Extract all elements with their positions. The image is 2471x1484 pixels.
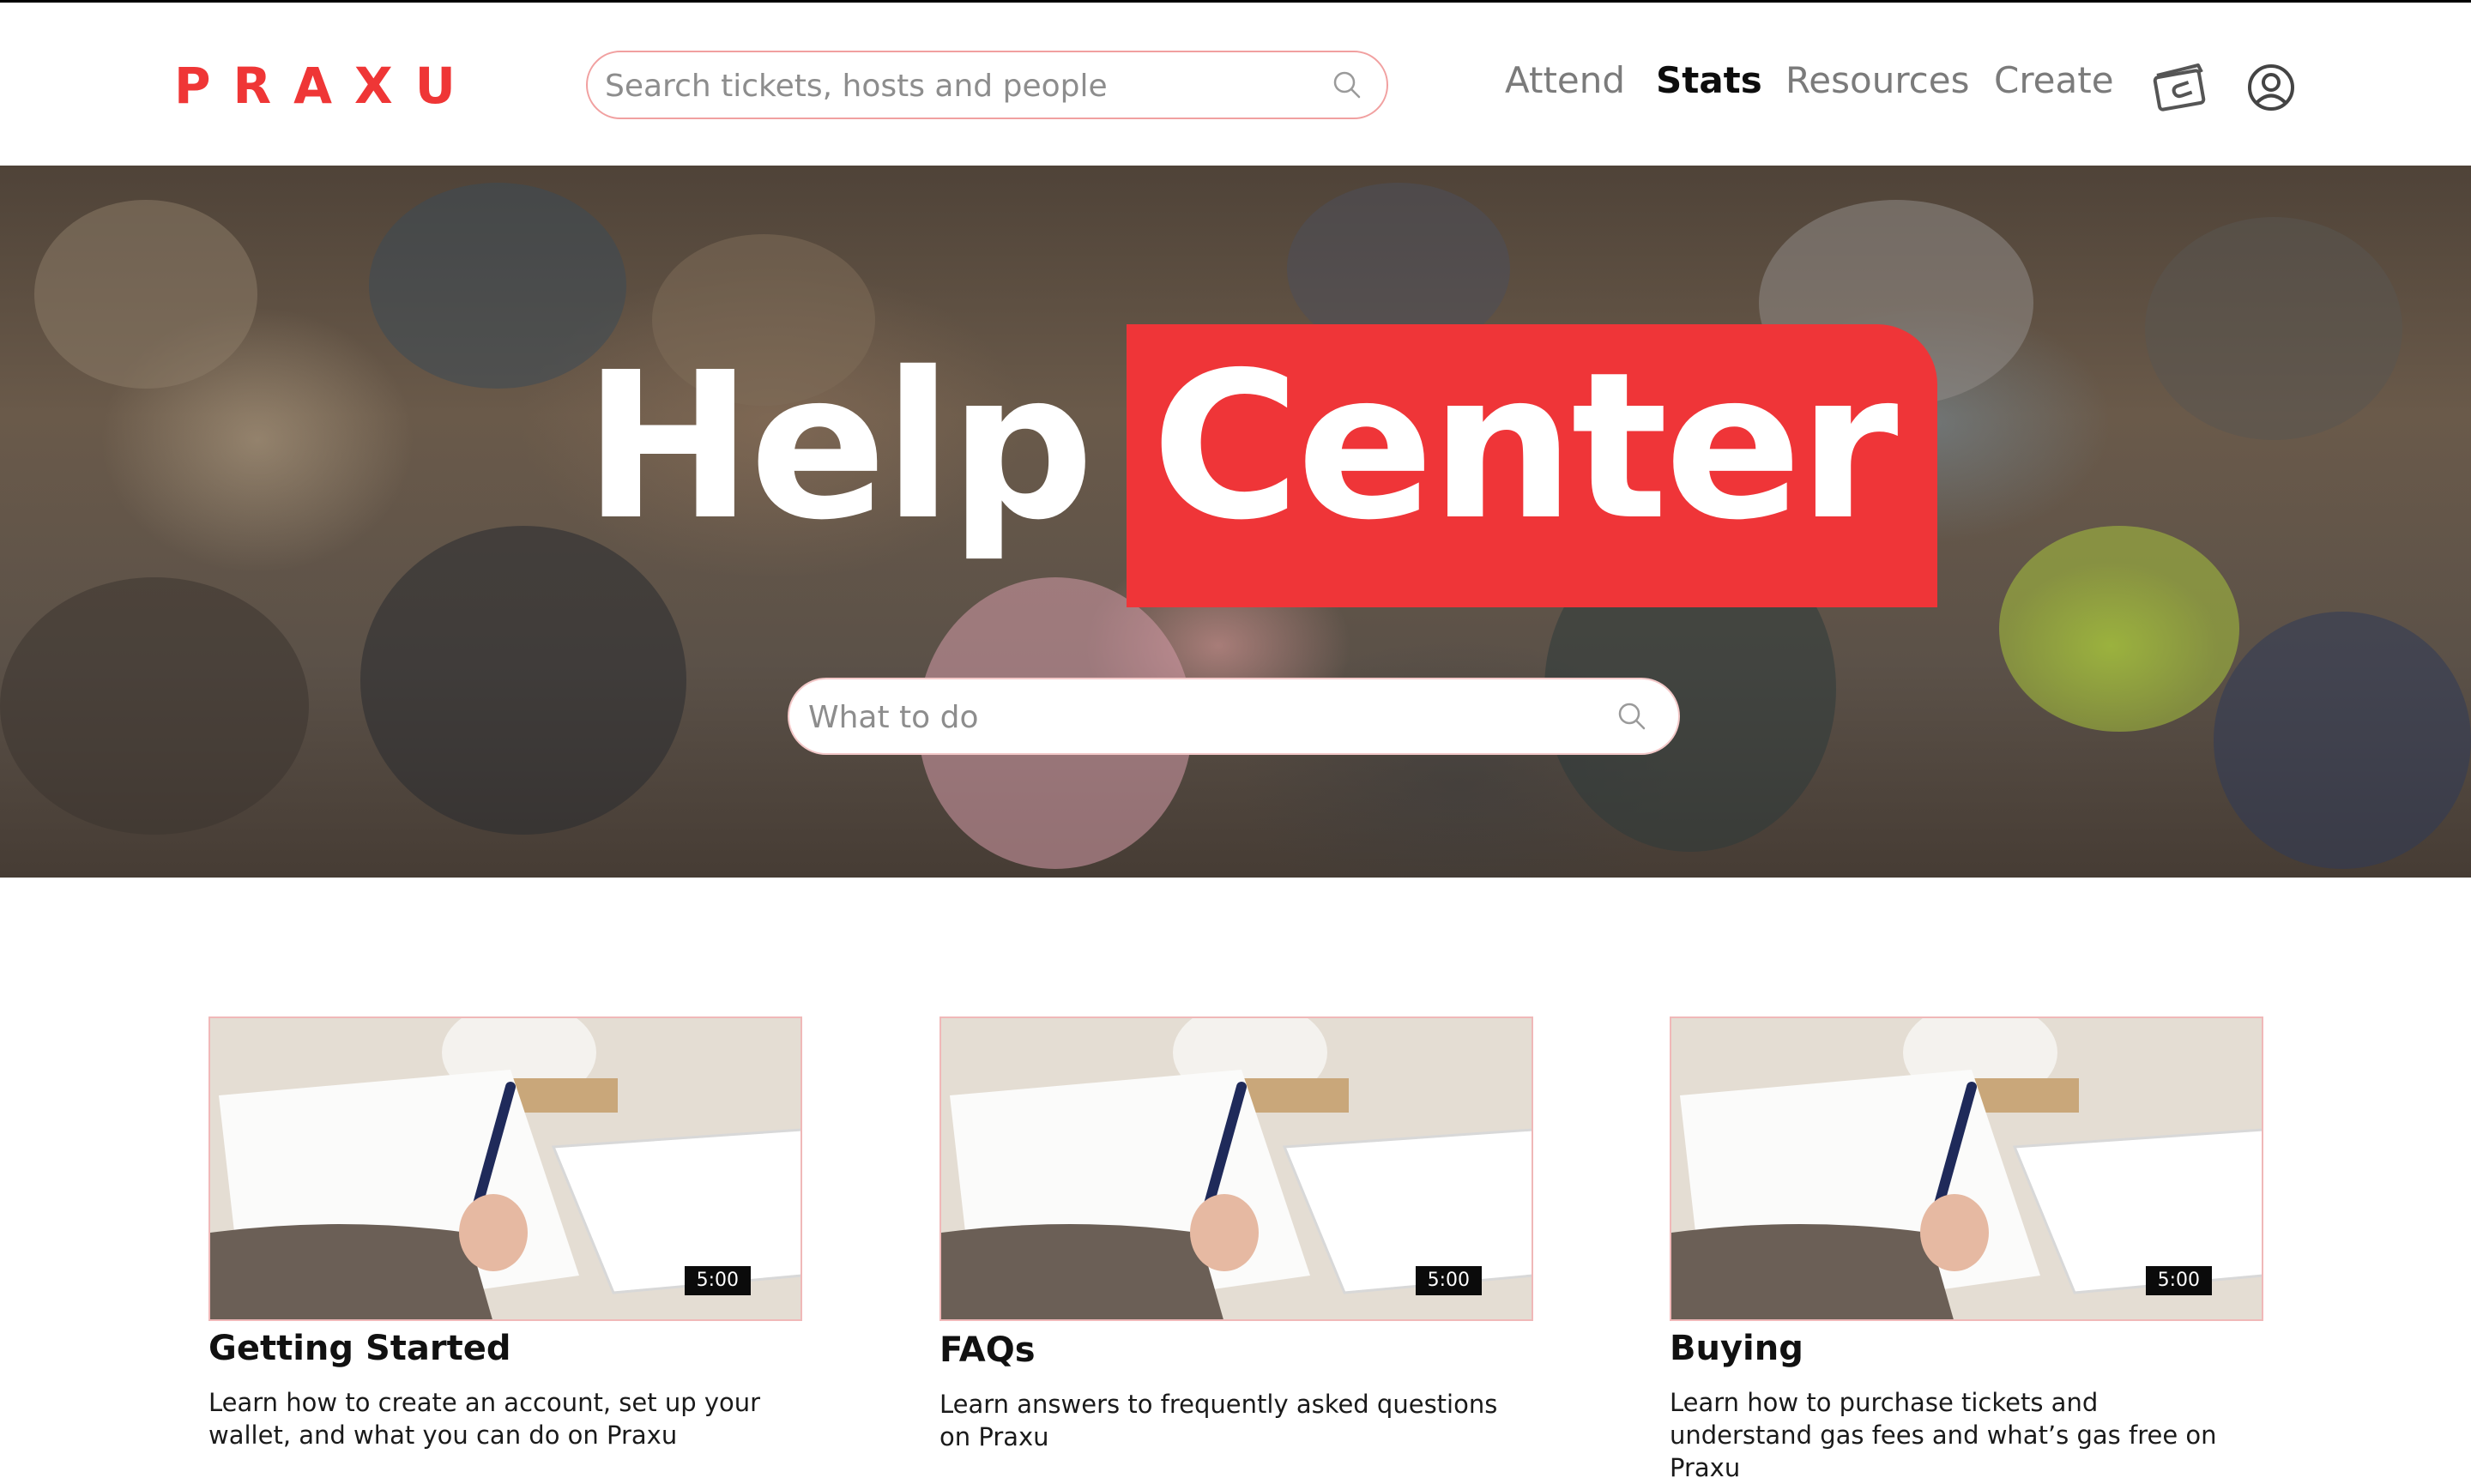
card-faqs[interactable]: 5:00 FAQs Learn answers to frequently as… [939,1016,1533,1453]
video-thumbnail[interactable]: 5:00 [939,1016,1533,1321]
hero-title-center: Center [1151,329,1899,564]
card-buying[interactable]: 5:00 Buying Learn how to purchase ticket… [1670,1016,2263,1484]
search-icon[interactable] [1332,69,1362,100]
search-icon[interactable] [1616,701,1647,732]
card-title[interactable]: Getting Started [208,1326,802,1371]
card-title[interactable]: Buying [1670,1326,2263,1371]
nav-create[interactable]: Create [1994,59,2114,101]
user-circle-icon[interactable] [2247,63,2295,112]
logo[interactable]: PRAXU [174,57,478,115]
video-duration: 5:00 [684,1266,751,1295]
nav-attend[interactable]: Attend [1505,59,1625,101]
help-search-input[interactable] [789,679,1599,755]
header-search-bar[interactable] [586,51,1388,119]
card-getting-started[interactable]: 5:00 Getting Started Learn how to create… [208,1016,802,1451]
video-duration: 5:00 [1415,1266,1482,1295]
video-duration: 5:00 [2145,1266,2212,1295]
hero-title: Help Center [0,166,2471,878]
hero-title-help: Help [583,329,1094,564]
wallet-icon[interactable] [2152,60,2207,112]
video-thumbnail[interactable]: 5:00 [208,1016,802,1321]
card-description: Learn answers to frequently asked questi… [939,1390,1498,1451]
card-description: Learn how to purchase tickets and unders… [1670,1388,2217,1482]
hero-banner: Help Center [0,166,2471,878]
card-title[interactable]: FAQs [939,1328,1533,1372]
nav-resources[interactable]: Resources [1785,59,1970,101]
header-search-input[interactable] [588,52,1310,119]
site-header: PRAXU Attend Stats Resources Create [0,3,2471,166]
nav-stats[interactable]: Stats [1656,59,1762,101]
video-thumbnail[interactable]: 5:00 [1670,1016,2263,1321]
card-description: Learn how to create an account, set up y… [208,1388,761,1450]
help-search-bar[interactable] [788,678,1680,755]
